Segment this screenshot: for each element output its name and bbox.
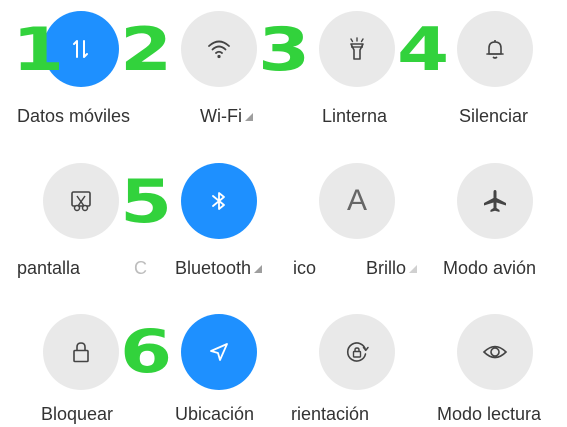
- tile-label-ico: ico: [293, 258, 317, 278]
- marker-6: 6: [120, 317, 172, 387]
- flashlight-icon: [350, 37, 364, 60]
- tile-label-lock: Bloquear: [41, 404, 114, 424]
- tile-label-brightness: Brillo: [366, 258, 407, 278]
- tile-label-rotation: rientación: [291, 404, 370, 424]
- marker-3: 3: [258, 15, 310, 85]
- reading-mode-tile[interactable]: [457, 314, 533, 390]
- bluetooth-tile[interactable]: [181, 163, 257, 239]
- silence-tile[interactable]: [457, 11, 533, 87]
- tile-label-wifi: Wi-Fi: [200, 106, 242, 126]
- marker-2: 2: [120, 15, 172, 85]
- lock-tile[interactable]: [43, 314, 119, 390]
- marker-1: 1: [12, 15, 64, 85]
- airplane-icon: [484, 190, 506, 212]
- wifi-icon: [208, 40, 230, 59]
- tile-label-bluetooth-wrap: Bluetooth: [175, 258, 263, 279]
- screenshot-tile[interactable]: [43, 163, 119, 239]
- rotation-tile[interactable]: [319, 314, 395, 390]
- tile-label-bluetooth: Bluetooth: [175, 258, 252, 278]
- airplane-tile[interactable]: [457, 163, 533, 239]
- tile-label-wifi-wrap: Wi-Fi: [200, 106, 253, 127]
- screenshot-scissors-icon: [71, 191, 91, 212]
- rotation-lock-icon: [346, 342, 369, 362]
- quick-settings-panel: Datos móviles Wi-Fi Linterna Silenciar A…: [0, 0, 567, 427]
- tile-label-c: C: [134, 258, 147, 278]
- expand-triangle-icon: [409, 265, 418, 273]
- marker-4: 4: [397, 15, 449, 85]
- expand-triangle-icon: [244, 113, 253, 121]
- brightness-tile[interactable]: A: [319, 163, 395, 239]
- brightness-auto-icon: A: [346, 184, 367, 217]
- lock-icon: [73, 342, 89, 363]
- mobile-data-icon: [73, 40, 88, 58]
- tile-label-mobile-data: Datos móviles: [17, 106, 131, 126]
- wifi-tile[interactable]: [181, 11, 257, 87]
- tile-label-airplane: Modo avión: [443, 258, 537, 278]
- tile-label-reading-mode: Modo lectura: [437, 404, 542, 424]
- tile-label-location: Ubicación: [175, 404, 255, 424]
- tile-label-screenshot: pantalla: [17, 258, 81, 278]
- bell-icon: [486, 40, 504, 59]
- eye-icon: [482, 345, 508, 359]
- expand-triangle-icon: [254, 265, 263, 273]
- tile-label-brightness-wrap: Brillo: [366, 258, 418, 279]
- tile-label-silence: Silenciar: [459, 106, 529, 126]
- location-arrow-icon: [210, 343, 228, 361]
- location-tile[interactable]: [181, 314, 257, 390]
- flashlight-tile[interactable]: [319, 11, 395, 87]
- tile-label-flashlight: Linterna: [322, 106, 388, 126]
- bluetooth-icon: [212, 192, 225, 210]
- marker-5: 5: [120, 167, 172, 237]
